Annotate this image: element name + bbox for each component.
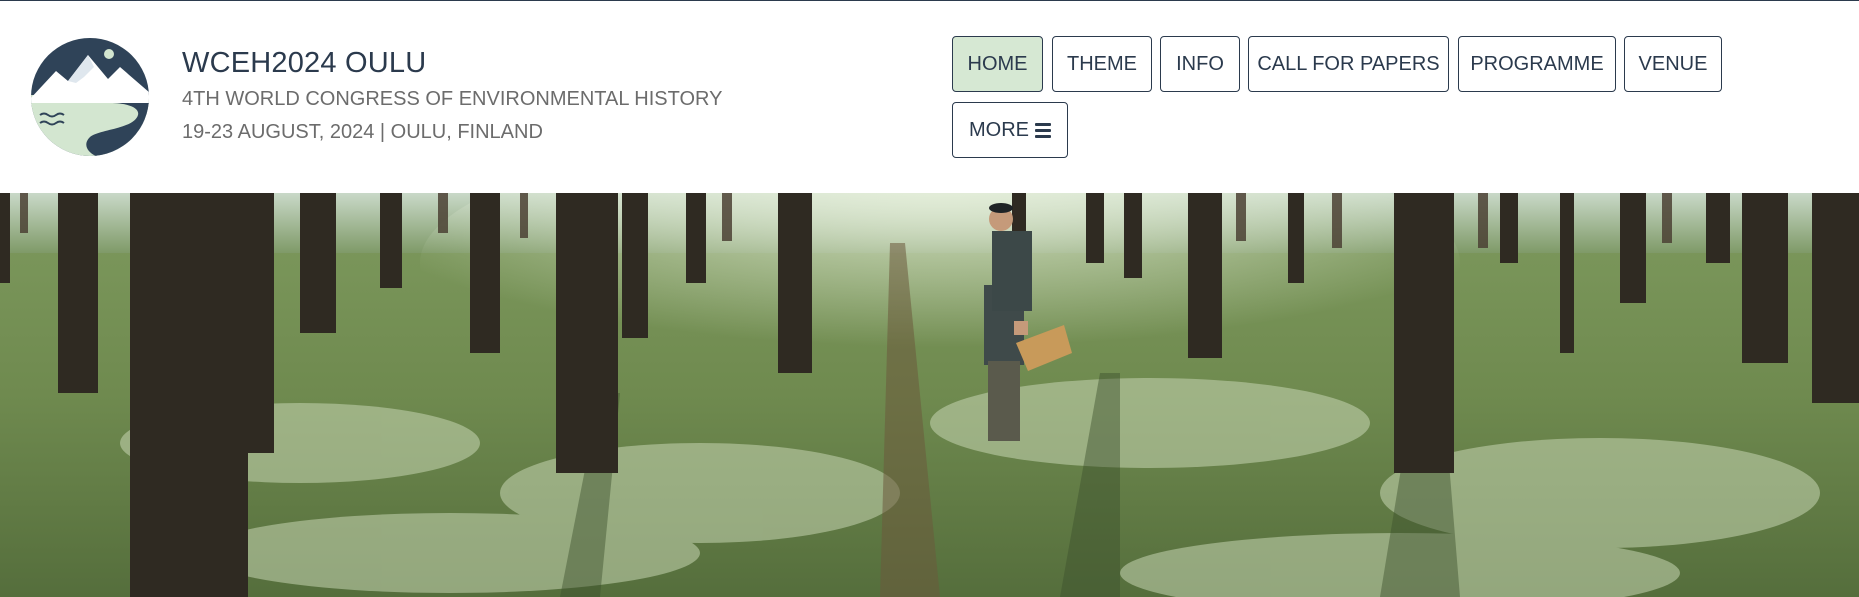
nav-more-button[interactable]: MORE (952, 102, 1068, 158)
nav-home-button[interactable]: HOME (952, 36, 1043, 92)
nav-venue-button[interactable]: VENUE (1624, 36, 1722, 92)
site-header: WCEH2024 OULU 4TH WORLD CONGRESS OF ENVI… (0, 1, 1859, 193)
nav-info-button[interactable]: INFO (1160, 36, 1240, 92)
nav-programme-button[interactable]: PROGRAMME (1458, 36, 1616, 92)
event-date-location: 19-23 AUGUST, 2024 | OULU, FINLAND (182, 121, 543, 143)
nav-call-for-papers-button[interactable]: CALL FOR PAPERS (1248, 36, 1449, 92)
site-title[interactable]: WCEH2024 OULU (182, 45, 722, 81)
brand-block: WCEH2024 OULU 4TH WORLD CONGRESS OF ENVI… (182, 45, 722, 149)
site-subtitle: 4TH WORLD CONGRESS OF ENVIRONMENTAL HIST… (182, 88, 723, 110)
hero-forest-image (0, 193, 1859, 597)
hamburger-menu-icon (1035, 122, 1051, 138)
nav-more-label: MORE (969, 118, 1029, 141)
nav-theme-button[interactable]: THEME (1052, 36, 1152, 92)
forest-with-man-holding-basket-photo (0, 193, 1859, 597)
mountain-lake-logo-icon[interactable] (30, 37, 150, 157)
